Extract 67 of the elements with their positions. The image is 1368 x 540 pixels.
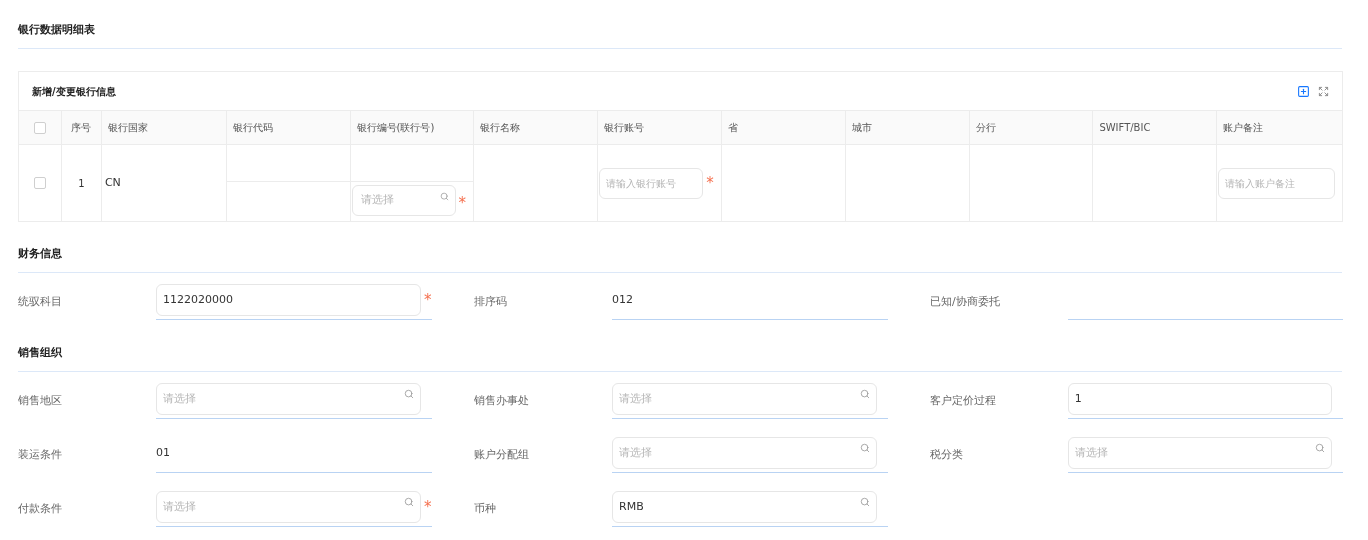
field-value: 012 [612,291,633,308]
column-header: 分行 [975,121,996,135]
select-field[interactable]: 请选择 [612,383,877,415]
select-field[interactable]: 请选择 [612,437,877,469]
add-icon[interactable] [1297,84,1310,98]
field-label: 销售地区 [18,392,63,409]
search-icon [860,443,870,453]
select-field[interactable]: RMB [612,491,877,523]
column-header: 城市 [851,121,872,135]
placeholder: 请选择 [163,498,196,515]
required-mark: * [706,174,714,192]
column-header: 银行编号(联行号) [356,121,435,135]
field-label: 账户分配组 [474,446,530,463]
search-icon [860,389,870,399]
input-field[interactable]: 1 [1067,383,1332,415]
column-header: 银行代码 [232,121,273,135]
search-icon [860,497,870,507]
table-cell-text: CN [104,174,121,191]
section-title: 销售组织 [18,346,62,359]
field-value: 01 [156,444,170,461]
field-label: 客户定价过程 [930,392,997,409]
column-header: 省 [727,121,738,135]
placeholder: 请选择 [619,444,652,461]
required-mark: * [424,291,432,309]
field-value: 1 [1074,390,1082,407]
field-value: RMB [619,498,644,515]
table-cell-text: 1 [78,176,85,191]
input-field[interactable]: 请输入账户备注 [1218,167,1336,199]
field-label: 付款条件 [18,500,63,517]
search-icon [439,192,449,201]
table-title: 新增/变更银行信息 [32,84,116,99]
placeholder: 请选择 [360,192,394,209]
placeholder: 请选择 [619,390,652,407]
column-header: SWIFT/BIC [1099,121,1151,135]
field-label: 装运条件 [18,446,63,463]
field-label: 排序码 [474,293,508,310]
field-value: 1122020000 [163,291,233,308]
input-field[interactable]: 请输入银行账号 [599,167,704,199]
field-label: 币种 [474,500,497,517]
column-header: 银行国家 [107,121,148,135]
checkbox[interactable] [33,177,46,189]
section-title: 银行数据明细表 [18,23,95,36]
search-icon [1315,443,1325,453]
column-header: 银行账号 [604,121,645,135]
select-field[interactable]: 请选择 [156,491,421,523]
field-label: 销售办事处 [474,392,530,409]
field-label: 已知/协商委托 [930,293,1001,310]
search-icon [404,497,414,507]
column-header: 银行名称 [480,121,521,135]
input-field[interactable]: 1122020000 [156,284,421,316]
field-label: 统驭科目 [18,293,63,310]
placeholder: 请选择 [1074,444,1108,461]
field-label: 税分类 [930,446,964,463]
column-header: 序号 [71,121,92,135]
required-mark: * [458,194,466,212]
section-title: 财务信息 [18,247,62,260]
required-mark: * [424,498,432,516]
select-field[interactable]: 请选择 [351,185,456,216]
search-icon [404,389,414,399]
select-field[interactable]: 请选择 [156,383,421,415]
expand-icon[interactable] [1318,85,1329,97]
placeholder: 请输入账户备注 [1225,176,1296,191]
checkbox[interactable] [33,121,46,134]
column-header: 账户备注 [1223,121,1264,135]
placeholder: 请输入银行账号 [606,176,677,191]
select-field[interactable]: 请选择 [1067,437,1332,469]
placeholder: 请选择 [163,390,196,407]
